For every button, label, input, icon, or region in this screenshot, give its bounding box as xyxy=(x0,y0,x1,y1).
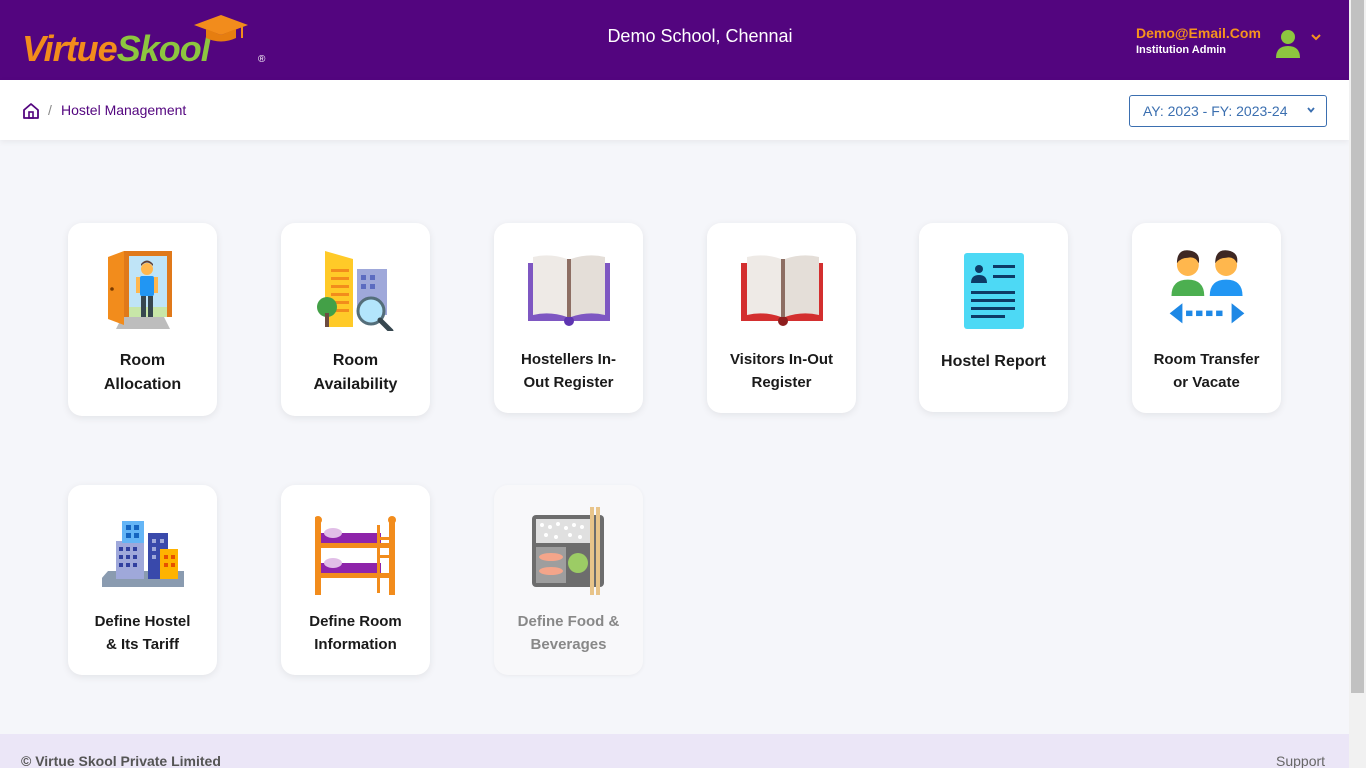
academic-year-select[interactable]: AY: 2023 - FY: 2023-24 xyxy=(1129,95,1327,127)
tile-label-line1: Define Hostel xyxy=(94,613,191,630)
tile-label-line1: Hostel Report xyxy=(941,353,1046,370)
bunk-bed-icon xyxy=(315,516,396,595)
tile-label-line2: Beverages xyxy=(530,636,607,653)
tile-room-transfer[interactable]: Room Transfer or Vacate xyxy=(1132,223,1281,413)
page-scrollbar[interactable] xyxy=(1349,0,1366,768)
user-email: Demo@Email.Com xyxy=(1136,25,1261,41)
tile-define-hostel[interactable]: Define Hostel & Its Tariff xyxy=(68,485,217,675)
tile-define-food-beverages[interactable]: Define Food & Beverages xyxy=(494,485,643,675)
tile-label-line2: Allocation xyxy=(103,376,182,393)
support-link[interactable]: Support xyxy=(1276,753,1325,768)
footer: © Virtue Skool Private Limited Support xyxy=(0,734,1349,768)
open-book-purple-icon xyxy=(528,255,610,326)
scrollbar-thumb[interactable] xyxy=(1351,0,1364,693)
user-avatar-icon[interactable] xyxy=(1274,28,1302,60)
id-report-icon xyxy=(964,253,1024,329)
tile-label-line2: or Vacate xyxy=(1173,374,1240,391)
tile-label: Define Hostel & Its Tariff xyxy=(74,610,211,656)
tile-label-line1: Define Room xyxy=(309,613,402,630)
school-name: Demo School, Chennai xyxy=(607,26,793,46)
people-transfer-icon xyxy=(1169,250,1245,324)
tile-define-room[interactable]: Define Room Information xyxy=(281,485,430,675)
chevron-down-icon xyxy=(1307,107,1315,113)
graduation-cap-icon xyxy=(194,15,248,42)
tile-label: Visitors In-Out Register xyxy=(713,348,850,394)
tile-label-line1: Room xyxy=(119,352,166,369)
tile-label: Hostellers In- Out Register xyxy=(500,348,637,394)
tile-label-line1: Room xyxy=(332,352,379,369)
city-buildings-icon xyxy=(102,521,184,587)
door-person-icon xyxy=(108,251,172,329)
tile-label-line2: Availability xyxy=(313,376,398,393)
tile-hostel-report[interactable]: Hostel Report xyxy=(919,223,1068,412)
breadcrumb-bar: / Hostel Management AY: 2023 - FY: 2023-… xyxy=(0,80,1349,140)
tile-label: Hostel Report xyxy=(925,350,1062,374)
tile-label-line2: Information xyxy=(314,636,397,653)
logo-wordmark: VirtueSkool xyxy=(22,28,211,70)
footer-copyright: © Virtue Skool Private Limited xyxy=(21,753,221,768)
top-bar: VirtueSkool ® Demo School, Chennai Demo@… xyxy=(0,0,1349,80)
open-book-red-icon xyxy=(741,255,823,326)
breadcrumb-separator: / xyxy=(48,102,52,118)
tile-label-line2: Out Register xyxy=(523,374,614,391)
tile-room-availability[interactable]: Room Availability xyxy=(281,223,430,416)
logo-registered-mark: ® xyxy=(258,54,266,65)
tile-label-line1: Visitors In-Out xyxy=(729,351,834,368)
chevron-down-icon[interactable] xyxy=(1309,30,1323,44)
breadcrumb-current: Hostel Management xyxy=(61,102,187,118)
tile-label: Room Transfer or Vacate xyxy=(1138,348,1275,394)
tile-label: Room Allocation xyxy=(74,349,211,397)
tile-room-allocation[interactable]: Room Allocation xyxy=(68,223,217,416)
academic-year-value: AY: 2023 - FY: 2023-24 xyxy=(1143,103,1288,119)
tile-label-line2: Register xyxy=(751,374,812,391)
tile-label-line1: Room Transfer xyxy=(1153,351,1260,368)
tile-label-line2: & Its Tariff xyxy=(105,636,180,653)
home-icon[interactable] xyxy=(22,102,40,120)
tile-label: Define Room Information xyxy=(287,610,424,656)
tile-hostellers-register[interactable]: Hostellers In- Out Register xyxy=(494,223,643,413)
logo-text-virtue: Virtue xyxy=(22,28,118,69)
tile-label-line1: Hostellers In- xyxy=(520,351,617,368)
bento-box-icon xyxy=(532,507,604,595)
building-search-icon xyxy=(317,251,394,331)
tile-visitors-register[interactable]: Visitors In-Out Register xyxy=(707,223,856,413)
user-role: Institution Admin xyxy=(1136,44,1227,56)
tile-label: Define Food & Beverages xyxy=(500,610,637,656)
tile-label-line1: Define Food & xyxy=(517,613,620,630)
tile-label: Room Availability xyxy=(287,349,424,397)
virtueskool-logo[interactable]: VirtueSkool ® xyxy=(22,14,272,70)
